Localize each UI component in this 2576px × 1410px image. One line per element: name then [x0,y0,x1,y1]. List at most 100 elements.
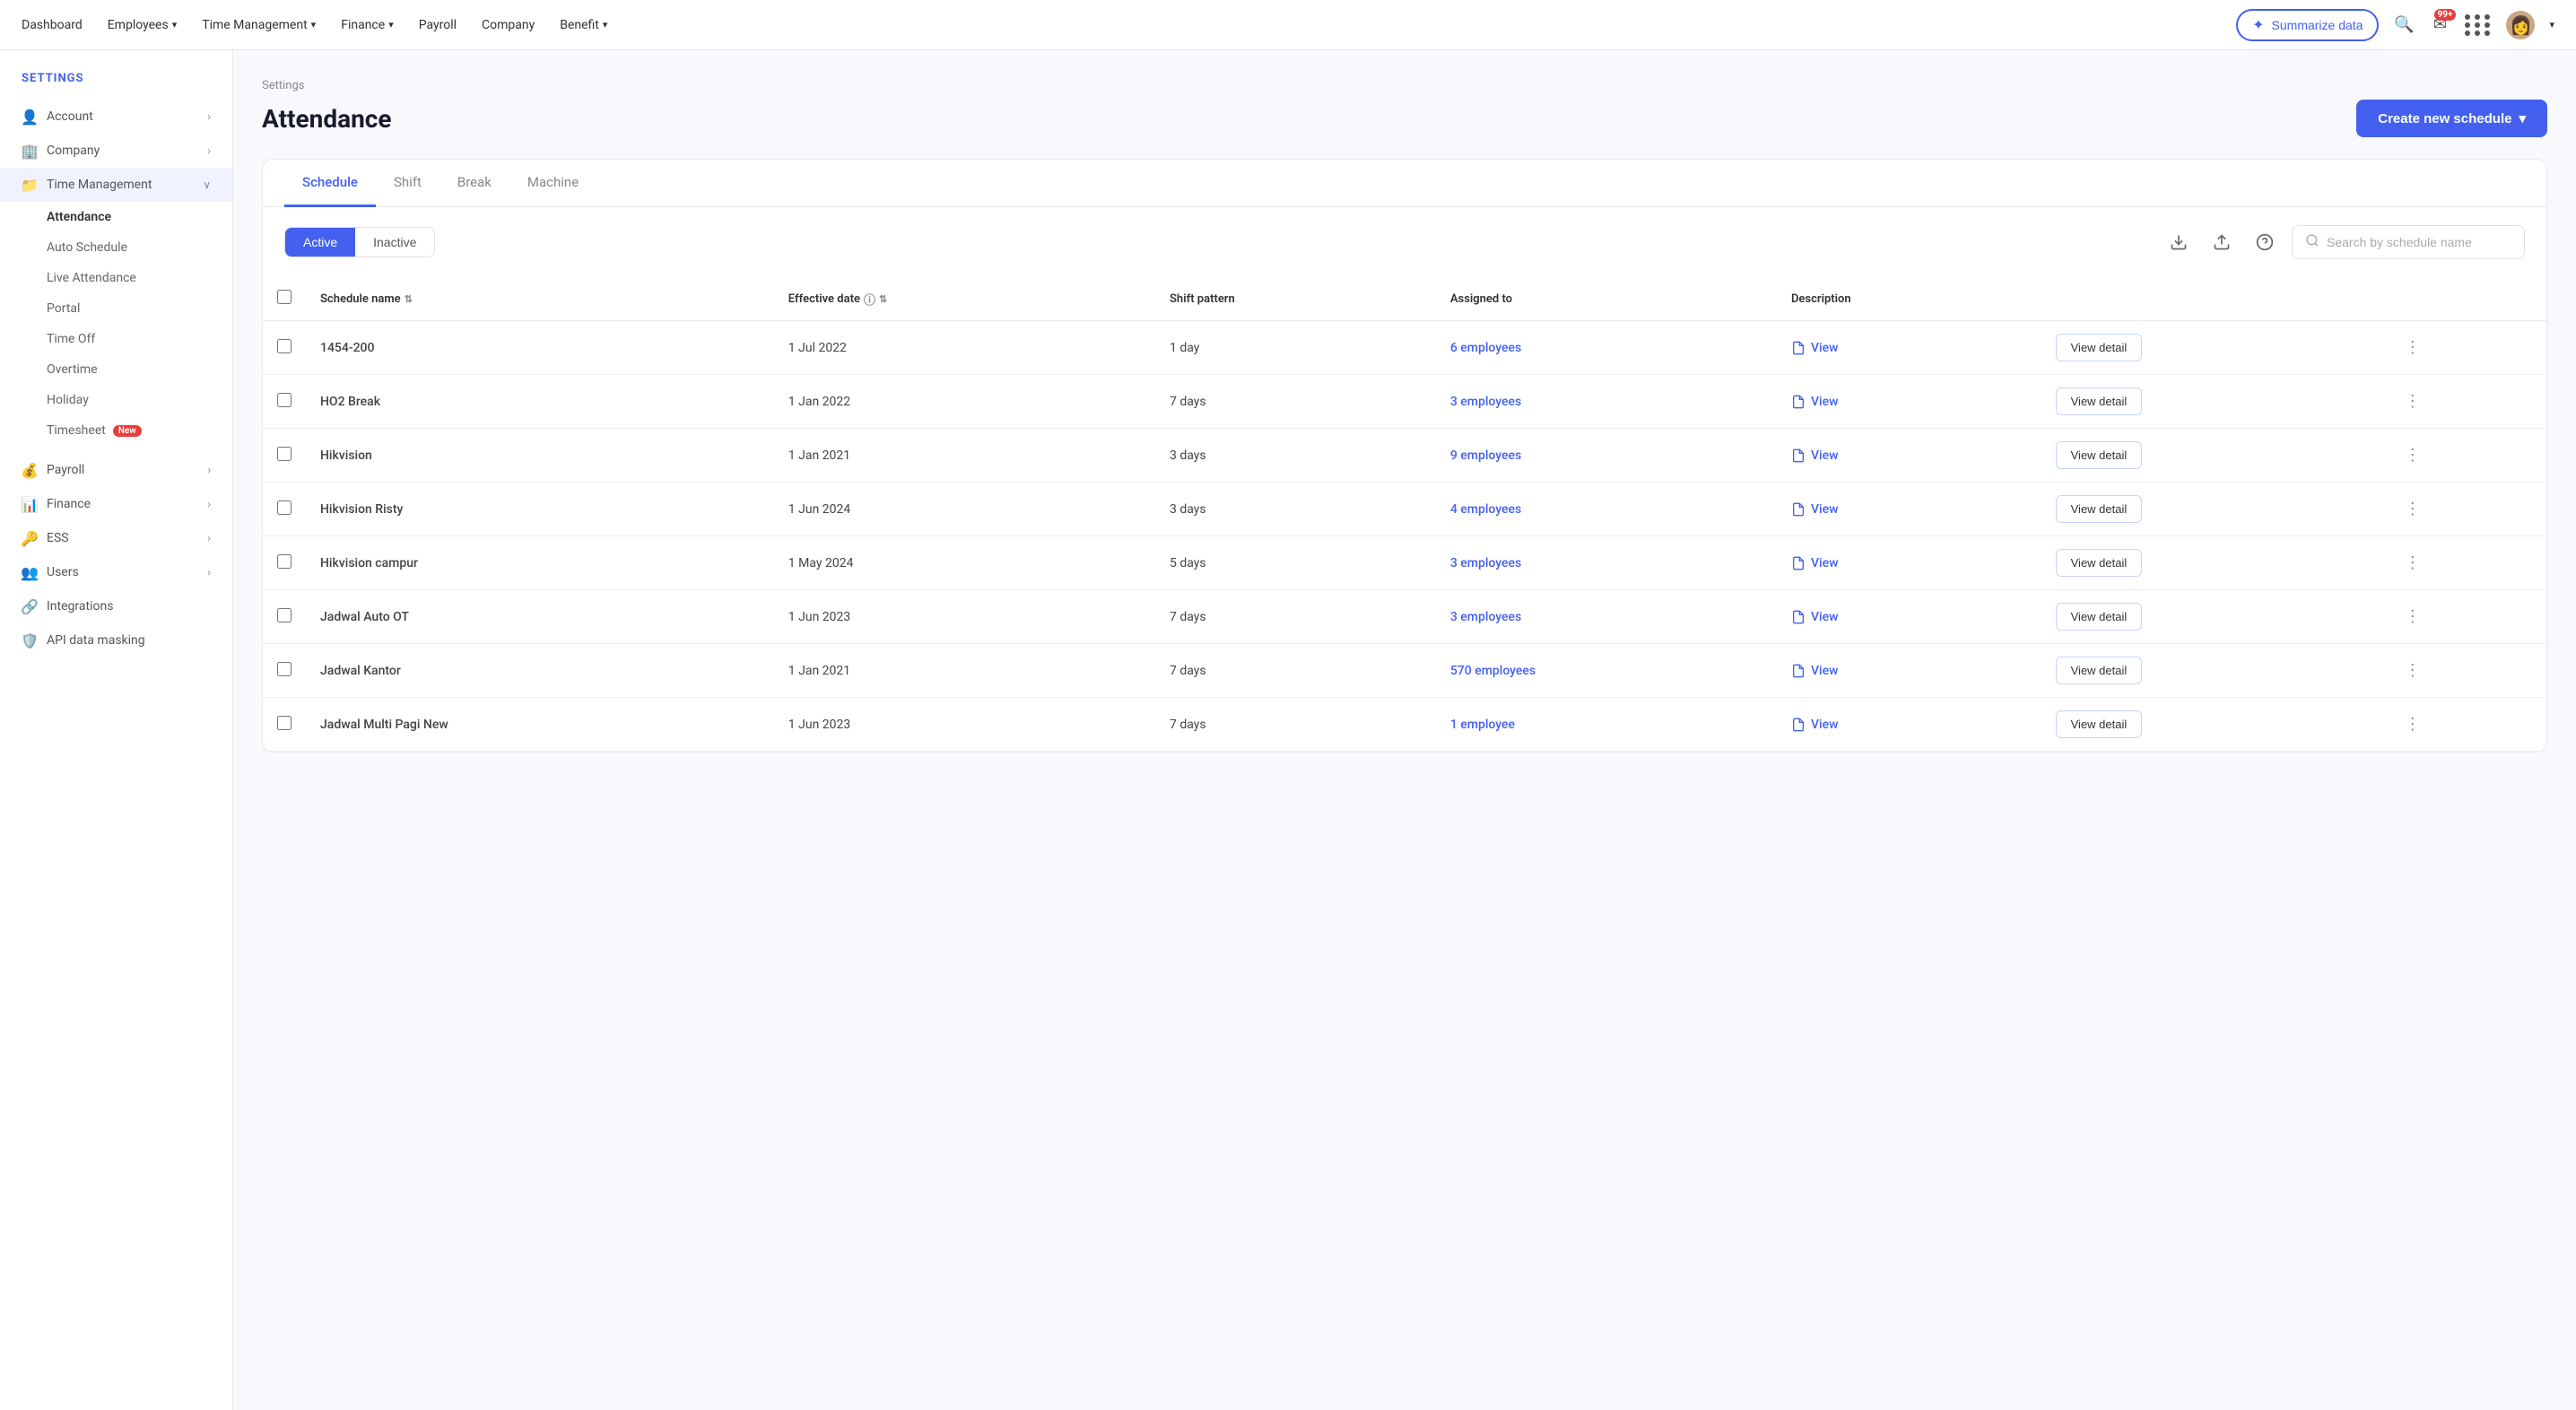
view-detail-button-1[interactable]: View detail [2056,387,2143,415]
employees-link-2[interactable]: 9 employees [1450,448,1521,463]
description-view-link-3[interactable]: View [1791,502,2027,517]
document-icon [1791,341,1806,355]
sidebar-item-payroll[interactable]: 💰 Payroll › [0,453,232,487]
row-checkbox-1[interactable] [277,393,292,407]
sidebar-item-time-management[interactable]: 📁 Time Management ∨ [0,168,232,202]
employees-link-6[interactable]: 570 employees [1450,664,1536,678]
search-input[interactable] [2327,235,2506,249]
apps-grid-icon[interactable] [2465,14,2492,36]
row-checkbox-5[interactable] [277,608,292,622]
table-header-more [2386,277,2546,321]
employees-link-0[interactable]: 6 employees [1450,341,1521,355]
tab-machine[interactable]: Machine [509,160,596,207]
table-header-schedule-name: Schedule name ⇅ [306,277,774,321]
sidebar-subitem-portal[interactable]: Portal [0,293,232,324]
row-checkbox-cell [263,321,306,375]
row-assigned-to: 3 employees [1436,590,1777,644]
more-options-button-7[interactable]: ⋮ [2400,712,2425,737]
sidebar-subitem-auto-schedule[interactable]: Auto Schedule [0,232,232,263]
description-view-link-0[interactable]: View [1791,341,2027,355]
effective-date-info-icon[interactable]: ⓘ [864,291,875,308]
nav-finance[interactable]: Finance ▾ [341,18,394,32]
sidebar-item-company[interactable]: 🏢 Company › [0,134,232,168]
summarize-btn[interactable]: ✦ Summarize data [2236,9,2379,41]
nav-dashboard[interactable]: Dashboard [22,18,83,32]
search-icon[interactable]: 🔍 [2393,14,2415,36]
sidebar-item-users[interactable]: 👥 Users › [0,555,232,589]
row-checkbox-3[interactable] [277,500,292,515]
row-checkbox-0[interactable] [277,339,292,353]
notifications-wrap[interactable]: ✉ 99+ [2429,14,2450,36]
row-checkbox-4[interactable] [277,554,292,569]
description-view-link-5[interactable]: View [1791,610,2027,624]
row-schedule-name: 1454-200 [306,321,774,375]
schedule-name-sort-icon[interactable]: ⇅ [405,293,413,305]
active-toggle-button[interactable]: Active [285,228,355,257]
sidebar-item-account[interactable]: 👤 Account › [0,100,232,134]
nav-payroll[interactable]: Payroll [419,18,457,32]
description-view-link-2[interactable]: View [1791,448,2027,463]
row-checkbox-7[interactable] [277,716,292,730]
tab-schedule[interactable]: Schedule [284,160,376,207]
row-view-detail-cell: View detail [2041,375,2386,429]
user-avatar[interactable]: 👩 [2506,11,2535,39]
sidebar-item-ess[interactable]: 🔑 ESS › [0,521,232,555]
upload-icon-button[interactable] [2206,226,2238,258]
create-schedule-button[interactable]: Create new schedule ▾ [2356,100,2547,137]
employees-link-4[interactable]: 3 employees [1450,556,1521,570]
view-detail-button-4[interactable]: View detail [2056,549,2143,577]
sidebar-subitem-time-off[interactable]: Time Off [0,324,232,354]
user-dropdown-icon[interactable]: ▾ [2549,19,2554,30]
help-icon-button[interactable] [2249,226,2281,258]
breadcrumb-link[interactable]: Settings [262,79,304,92]
download-icon-button[interactable] [2163,226,2195,258]
nav-time-management[interactable]: Time Management ▾ [202,18,316,32]
sidebar-subitem-holiday[interactable]: Holiday [0,385,232,415]
sidebar-item-api-masking[interactable]: 🛡️ API data masking [0,623,232,657]
row-checkbox-6[interactable] [277,662,292,676]
employees-link-1[interactable]: 3 employees [1450,395,1521,409]
view-detail-button-3[interactable]: View detail [2056,495,2143,523]
inactive-toggle-button[interactable]: Inactive [355,228,434,257]
nav-company[interactable]: Company [482,18,535,32]
schedule-table: Schedule name ⇅ Effective date ⓘ ⇅ [263,277,2546,752]
sidebar-subitem-overtime[interactable]: Overtime [0,354,232,385]
more-options-button-4[interactable]: ⋮ [2400,551,2425,576]
more-options-button-1[interactable]: ⋮ [2400,389,2425,414]
tab-shift[interactable]: Shift [376,160,439,207]
view-detail-button-0[interactable]: View detail [2056,334,2143,361]
sidebar-subitem-live-attendance[interactable]: Live Attendance [0,263,232,293]
view-detail-button-7[interactable]: View detail [2056,710,2143,738]
sidebar-item-integrations[interactable]: 🔗 Integrations [0,589,232,623]
row-checkbox-cell [263,698,306,752]
nav-benefit[interactable]: Benefit ▾ [560,18,607,32]
more-options-button-0[interactable]: ⋮ [2400,335,2425,361]
employees-link-3[interactable]: 4 employees [1450,502,1521,517]
row-checkbox-cell [263,483,306,536]
more-options-button-2[interactable]: ⋮ [2400,443,2425,468]
effective-date-sort-icon[interactable]: ⇅ [879,293,887,305]
sidebar-subitem-timesheet[interactable]: Timesheet New [0,415,232,446]
nav-employees[interactable]: Employees ▾ [108,18,178,32]
description-view-link-1[interactable]: View [1791,395,2027,409]
row-assigned-to: 3 employees [1436,375,1777,429]
employees-link-7[interactable]: 1 employee [1450,718,1515,732]
description-view-link-4[interactable]: View [1791,556,2027,570]
row-shift-pattern: 3 days [1155,483,1436,536]
attendance-card: Schedule Shift Break Machine Active Inac… [262,159,2547,753]
sidebar-item-finance[interactable]: 📊 Finance › [0,487,232,521]
description-view-link-6[interactable]: View [1791,664,2027,678]
more-options-button-6[interactable]: ⋮ [2400,658,2425,683]
row-schedule-name: Jadwal Auto OT [306,590,774,644]
view-detail-button-5[interactable]: View detail [2056,603,2143,631]
select-all-checkbox[interactable] [277,290,292,304]
row-checkbox-2[interactable] [277,447,292,461]
more-options-button-5[interactable]: ⋮ [2400,605,2425,630]
employees-link-5[interactable]: 3 employees [1450,610,1521,624]
description-view-link-7[interactable]: View [1791,718,2027,732]
view-detail-button-6[interactable]: View detail [2056,657,2143,684]
more-options-button-3[interactable]: ⋮ [2400,497,2425,522]
sidebar-subitem-attendance[interactable]: Attendance [0,202,232,232]
view-detail-button-2[interactable]: View detail [2056,441,2143,469]
tab-break[interactable]: Break [439,160,509,207]
